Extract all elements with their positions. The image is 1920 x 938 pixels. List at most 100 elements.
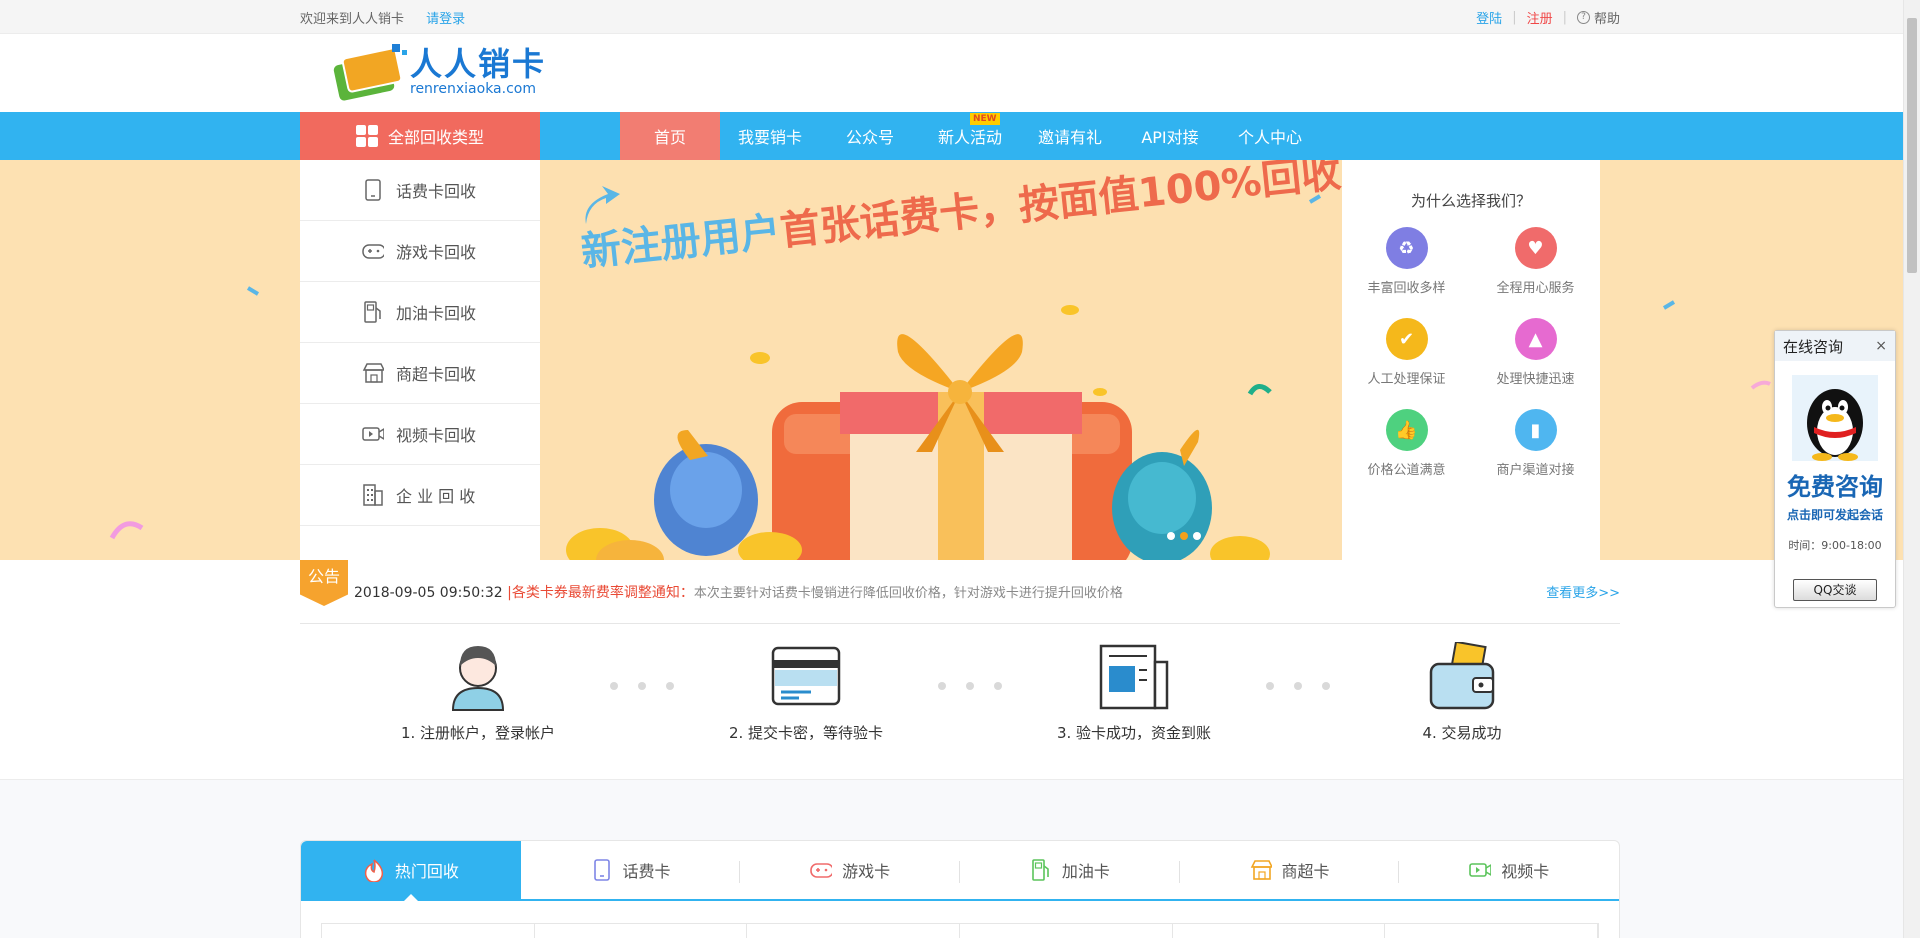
new-badge: NEW	[970, 113, 1000, 125]
why-label: 人工处理保证	[1367, 372, 1446, 387]
category-store-card[interactable]: 商超卡回收	[300, 343, 540, 404]
logo[interactable]: 人人销卡 renrenxiaoka.com	[332, 42, 546, 102]
category-list: 话费卡回收 游戏卡回收 加油卡回收 商超卡回收 视频卡回收 企 业 回 收	[300, 160, 540, 560]
tab-store-card[interactable]: 商超卡	[1180, 841, 1400, 899]
why-item: ✔ 人工处理保证	[1342, 318, 1471, 387]
notice-headline: |各类卡券最新费率调整通知：	[507, 585, 694, 601]
category-label: 企 业 回 收	[396, 487, 476, 506]
notice-badge: 公告	[300, 560, 348, 606]
tab-label: 话费卡	[622, 862, 671, 881]
category-phone-card[interactable]: 话费卡回收	[300, 160, 540, 221]
tab-game-card[interactable]: 游戏卡	[740, 841, 960, 899]
header: 人人销卡 renrenxiaoka.com	[0, 34, 1920, 112]
step-2: 2. 提交卡密，等待验卡	[706, 642, 906, 743]
consult-hours: 时间：9:00-18:00	[1788, 539, 1882, 552]
category-enterprise[interactable]: 企 业 回 收	[300, 465, 540, 526]
process-steps: 1. 注册帐户，登录帐户 2. 提交卡密，等待验卡 3. 验卡成功，资金到账 4…	[0, 624, 1920, 780]
fuel-pump-icon	[362, 301, 384, 323]
hot-recycle-section: 热门回收 话费卡 游戏卡 加油卡 商超卡 视频卡	[0, 780, 1920, 938]
step-3: 3. 验卡成功，资金到账	[1034, 642, 1234, 743]
document-icon	[1099, 642, 1169, 712]
promo-slide[interactable]: 新注册用户首张话费卡，按面值100%回收	[540, 160, 1342, 560]
category-label: 话费卡回收	[396, 182, 477, 201]
free-consult-text: 免费咨询	[1787, 473, 1883, 501]
qq-penguin-icon[interactable]	[1792, 375, 1878, 461]
nav-item-sell-card[interactable]: 我要销卡	[720, 112, 820, 160]
why-item: ▮ 商户渠道对接	[1471, 409, 1600, 478]
fire-icon	[363, 859, 385, 882]
why-label: 商户渠道对接	[1496, 463, 1575, 478]
nav-item-api[interactable]: API对接	[1120, 112, 1220, 160]
close-icon[interactable]: ×	[1875, 338, 1887, 354]
why-choose-us: 为什么选择我们？ ♻ 丰富回收多样 ♥ 全程用心服务 ✔ 人工处理保证 ▲ 处理…	[1342, 160, 1600, 560]
help-link[interactable]: ? 帮助	[1576, 8, 1620, 27]
category-game-card[interactable]: 游戏卡回收	[300, 221, 540, 282]
scrollbar-thumb[interactable]	[1907, 18, 1917, 273]
why-item: ♻ 丰富回收多样	[1342, 227, 1471, 296]
wallet-icon	[1427, 640, 1497, 712]
login-link[interactable]: 登陆	[1476, 8, 1502, 27]
rocket-icon: ▲	[1514, 318, 1557, 360]
category-fuel-card[interactable]: 加油卡回收	[300, 282, 540, 343]
why-item: 👍 价格公道满意	[1342, 409, 1471, 478]
nav-item-user-center[interactable]: 个人中心	[1220, 112, 1320, 160]
why-title: 为什么选择我们？	[1410, 192, 1531, 210]
qq-chat-button[interactable]: QQ交谈	[1793, 579, 1877, 601]
notice-item[interactable]: 2018-09-05 09:50:32 |各类卡券最新费率调整通知：本次主要针对…	[354, 582, 1123, 602]
register-link[interactable]: 注册	[1527, 8, 1553, 27]
recycle-tabs: 热门回收 话费卡 游戏卡 加油卡 商超卡 视频卡	[300, 840, 1620, 938]
pager-dot[interactable]	[1167, 532, 1175, 540]
category-video-card[interactable]: 视频卡回收	[300, 404, 540, 465]
why-item: ▲ 处理快捷迅速	[1471, 318, 1600, 387]
grid-icon	[355, 125, 378, 147]
view-more-link[interactable]: 查看更多>>	[1546, 582, 1620, 601]
pager-dot-active[interactable]	[1180, 532, 1188, 540]
step-label: 4. 交易成功	[1422, 724, 1502, 742]
why-label: 价格公道满意	[1367, 463, 1446, 478]
all-categories-label: 全部回收类型	[387, 128, 484, 147]
tab-hot[interactable]: 热门回收	[301, 841, 521, 901]
store-icon	[362, 362, 384, 384]
why-label: 丰富回收多样	[1367, 281, 1446, 296]
nav-item-home[interactable]: 首页	[620, 112, 720, 160]
nav-label: 首页	[653, 128, 686, 147]
recycle-icon: ♻	[1385, 227, 1428, 269]
logo-cards-icon	[332, 42, 408, 102]
step-label: 2. 提交卡密，等待验卡	[728, 724, 884, 742]
user-avatar-icon	[443, 642, 513, 712]
building-icon	[362, 484, 384, 506]
heart-icon: ♥	[1514, 227, 1557, 269]
tab-label: 加油卡	[1061, 862, 1110, 881]
pager-dot[interactable]	[1193, 532, 1201, 540]
card-icon	[771, 642, 841, 712]
logo-domain: renrenxiaoka.com	[410, 81, 536, 97]
step-label: 3. 验卡成功，资金到账	[1056, 724, 1212, 742]
all-categories-button[interactable]: 全部回收类型	[300, 112, 540, 160]
phone-icon	[362, 179, 384, 201]
nav-item-new-user-event[interactable]: 新人活动 NEW	[920, 112, 1020, 160]
step-1: 1. 注册帐户，登录帐户	[378, 642, 578, 743]
divider: |	[1562, 9, 1567, 25]
main-nav: 全部回收类型 首页 我要销卡 公众号 新人活动 NEW 邀请有礼 API对接 个…	[0, 112, 1920, 160]
nav-label: 邀请有礼	[1037, 128, 1102, 147]
why-item: ♥ 全程用心服务	[1471, 227, 1600, 296]
tab-fuel-card[interactable]: 加油卡	[960, 841, 1180, 899]
nav-item-invite[interactable]: 邀请有礼	[1020, 112, 1120, 160]
step-connector	[578, 642, 706, 690]
nav-label: API对接	[1141, 128, 1199, 147]
nav-item-official-account[interactable]: 公众号	[820, 112, 920, 160]
please-login-link[interactable]: 请登录	[426, 12, 465, 27]
banner-area: 话费卡回收 游戏卡回收 加油卡回收 商超卡回收 视频卡回收 企 业 回 收 新注…	[0, 160, 1920, 560]
divider: |	[1512, 9, 1517, 25]
notice-time: 2018-09-05 09:50:32	[354, 585, 503, 601]
tab-video-card[interactable]: 视频卡	[1399, 841, 1619, 899]
fuel-pump-icon	[1030, 859, 1052, 881]
slide-pager	[1167, 532, 1201, 540]
category-label: 视频卡回收	[396, 426, 477, 445]
video-icon	[1469, 859, 1492, 881]
notice-body: 本次主要针对话费卡慢销进行降低回收价格，针对游戏卡进行提升回收价格	[693, 586, 1123, 601]
tab-phone-card[interactable]: 话费卡	[521, 841, 741, 899]
tab-label: 热门回收	[394, 862, 459, 881]
video-icon	[362, 423, 384, 445]
page-scrollbar[interactable]	[1903, 0, 1920, 938]
